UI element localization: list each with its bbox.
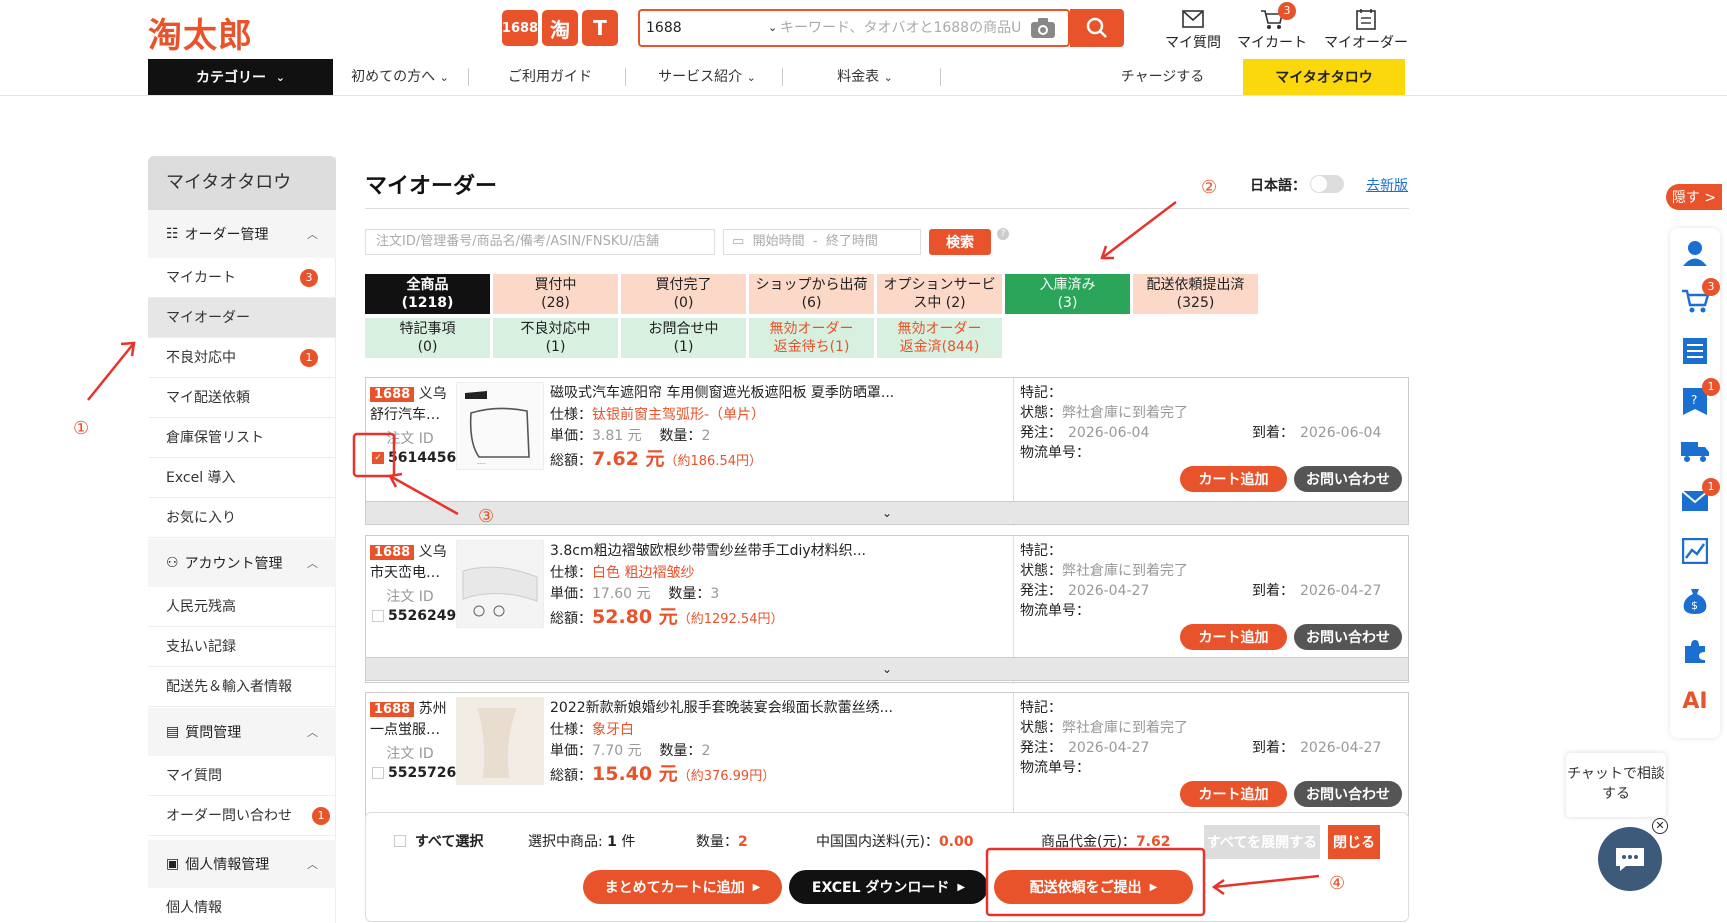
annotation-3: ③ [478, 506, 495, 527]
annotation-overlay [87, 201, 1320, 917]
annotation-2: ② [1201, 177, 1218, 198]
annotation-1: ① [73, 418, 90, 439]
page-root: { "header":{ "logo":"淘太郎", "platforms":[… [0, 0, 1727, 923]
annotation-4: ④ [1329, 873, 1346, 894]
